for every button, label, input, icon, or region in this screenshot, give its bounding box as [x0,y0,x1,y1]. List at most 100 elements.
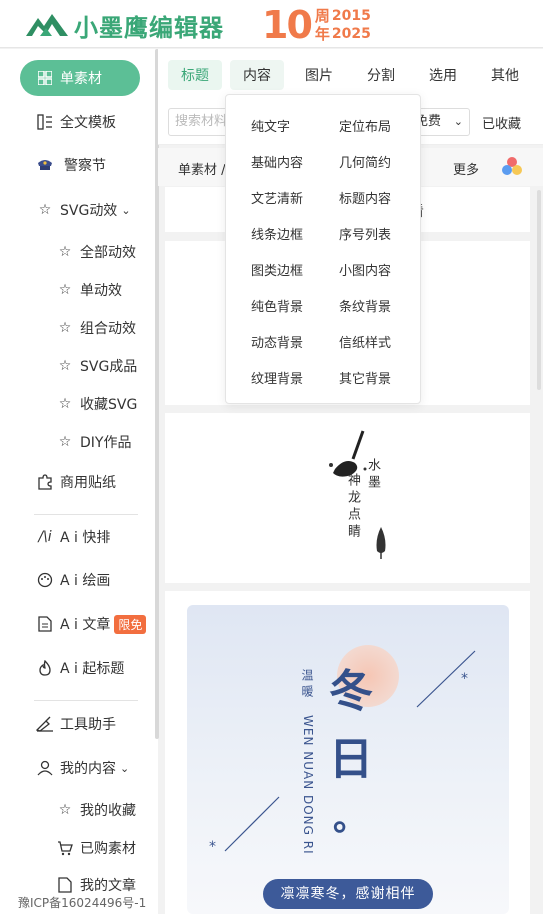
chevron-down-icon: ⌄ [121,203,131,217]
dropdown-item-letter-paper[interactable]: 信纸样式 [339,332,391,351]
police-badge-icon [36,156,54,174]
dropdown-item-small-image[interactable]: 小图内容 [339,260,391,279]
sidebar-item-svg-products[interactable]: ☆ SVG成品 [56,354,138,378]
template-icon [36,113,54,131]
anniversary-zh-bottom: 年 [314,25,330,43]
dropdown-item-other-bg[interactable]: 其它背景 [339,368,391,387]
tab-image[interactable]: 图片 [292,60,346,90]
sidebar-item-label: 全部动效 [80,245,136,261]
dropdown-item-title-content[interactable]: 标题内容 [339,188,391,207]
sidebar-item-label: 单动效 [80,283,122,299]
sidebar-item-single-material[interactable]: 单素材 [20,60,140,96]
top-header: 小墨鹰编辑器 10 周 年 2015 2025 [0,0,543,48]
material-card-winter[interactable]: * * 温暖 WEN NUAN DONG RI 冬 日 。 凛凛寒冬，感谢相伴 [165,591,530,914]
breadcrumb[interactable]: 单素材 / [178,159,226,178]
sidebar-item-label: A i 文章 [60,617,111,633]
collected-filter[interactable]: 已收藏 [482,113,521,132]
star-icon: ☆ [58,244,72,260]
anniversary-year-end: 2025 [331,26,371,42]
sidebar-item-label: 商用贴纸 [60,475,116,491]
puzzle-icon [36,473,54,491]
eagle-logo-icon [26,13,68,36]
poster-slogan: 凛凛寒冬，感谢相伴 [263,879,433,909]
ai-icon: /\i [38,529,52,545]
free-badge: 限免 [114,614,147,634]
star-icon: ☆ [58,358,72,374]
sidebar-item-label: 警察节 [64,158,106,174]
fire-icon [36,659,54,677]
sidebar-item-diy-works[interactable]: ☆ DIY作品 [56,430,132,454]
grid-icon [36,69,54,87]
sidebar-item-my-favorites[interactable]: ☆ 我的收藏 [56,798,136,822]
material-card-ink[interactable]: 水墨 神龙点睛 [165,413,530,583]
svg-text:*: * [209,839,216,855]
sidebar-item-tools[interactable]: 工具助手 [36,712,116,736]
sidebar-item-ai-title[interactable]: A i 起标题 [36,656,124,680]
sidebar-item-label: 组合动效 [80,321,136,337]
sidebar-item-label: 已购素材 [80,841,136,857]
dropdown-item-line-border[interactable]: 线条边框 [251,224,303,243]
logo[interactable]: 小墨鹰编辑器 [24,8,224,43]
dropdown-item-image-border[interactable]: 图类边框 [251,260,303,279]
sidebar-item-ai-painting[interactable]: A i 绘画 [36,568,110,592]
poster-big-char-1: 冬 [329,666,373,717]
chevron-down-icon: ⌄ [453,115,463,128]
ink-title-col2: 神龙点睛 [345,473,360,541]
sidebar-item-ai-layout[interactable]: /\i A i 快排 [36,525,110,549]
dropdown-item-texture-bg[interactable]: 纹理背景 [251,368,303,387]
dropdown-item-basic-content[interactable]: 基础内容 [251,152,303,171]
icp-record[interactable]: 豫ICP备16024496号-1 [18,894,147,911]
user-icon [36,759,54,777]
sidebar-item-ai-article[interactable]: A i 文章 限免 [36,612,147,636]
dropdown-item-plain-text[interactable]: 纯文字 [251,116,290,135]
sidebar-item-combo-effects[interactable]: ☆ 组合动效 [56,316,136,340]
more-link[interactable]: 更多 [453,159,479,178]
sidebar-item-my-content[interactable]: 我的内容 ⌄ [36,756,129,780]
dropdown-item-stripe-bg[interactable]: 条纹背景 [339,296,391,315]
sidebar-item-label: SVG成品 [80,359,138,375]
sidebar-item-stickers[interactable]: 商用贴纸 [36,470,116,494]
poster-dot: 。 [333,799,367,839]
dropdown-item-animated-bg[interactable]: 动态背景 [251,332,303,351]
anniversary-year-start: 2015 [331,8,371,24]
main-scrollbar[interactable] [537,190,541,390]
tab-selected[interactable]: 选用 [416,60,470,90]
sidebar-item-label: 单素材 [60,71,102,87]
tab-divider[interactable]: 分割 [354,60,408,90]
ink-tree-illustration [376,527,386,559]
poster-small-zh: 温暖 [300,669,314,701]
cart-icon [56,839,74,857]
tab-content[interactable]: 内容 [230,60,284,90]
sidebar-item-label: 收藏SVG [80,397,138,413]
content-dropdown-menu: 纯文字 定位布局 基础内容 几何简约 文艺清新 标题内容 线条边框 序号列表 图… [225,94,421,404]
sidebar-item-purchased[interactable]: 已购素材 [56,836,136,860]
ink-title-col1: 水墨 [365,458,380,492]
tab-other[interactable]: 其他 [478,60,532,90]
colorful-dots-icon[interactable] [501,156,523,178]
sidebar-item-collected-svg[interactable]: ☆ 收藏SVG [56,392,138,416]
dropdown-item-solid-bg[interactable]: 纯色背景 [251,296,303,315]
star-icon: ☆ [38,202,52,218]
anniversary-zh-top: 周 [314,7,330,25]
poster-pinyin: WEN NUAN DONG RI [301,715,315,855]
sidebar-item-single-effect[interactable]: ☆ 单动效 [56,278,122,302]
sidebar-item-all-effects[interactable]: ☆ 全部动效 [56,240,136,264]
doc-icon [56,876,74,894]
star-icon: ☆ [58,802,72,818]
dropdown-item-literary[interactable]: 文艺清新 [251,188,303,207]
tab-title[interactable]: 标题 [168,60,222,90]
dropdown-item-geometric[interactable]: 几何简约 [339,152,391,171]
sidebar-divider [34,514,138,515]
sidebar-item-label: 我的文章 [80,878,136,894]
sidebar-item-label: A i 绘画 [60,573,111,589]
sidebar-item-full-template[interactable]: 全文模板 [36,110,116,134]
doc-icon [36,615,54,633]
sidebar-item-police-day[interactable]: 警察节 [36,153,106,177]
dropdown-item-positioned-layout[interactable]: 定位布局 [339,116,391,135]
chevron-down-icon: ⌄ [120,761,130,775]
svg-text:*: * [461,671,468,687]
anniversary-badge: 10 周 年 2015 2025 [262,3,371,47]
dropdown-item-numbered-list[interactable]: 序号列表 [339,224,391,243]
sidebar-item-svg-effects[interactable]: ☆ SVG动效 ⌄ [36,198,131,222]
sidebar-item-label: DIY作品 [80,435,132,451]
